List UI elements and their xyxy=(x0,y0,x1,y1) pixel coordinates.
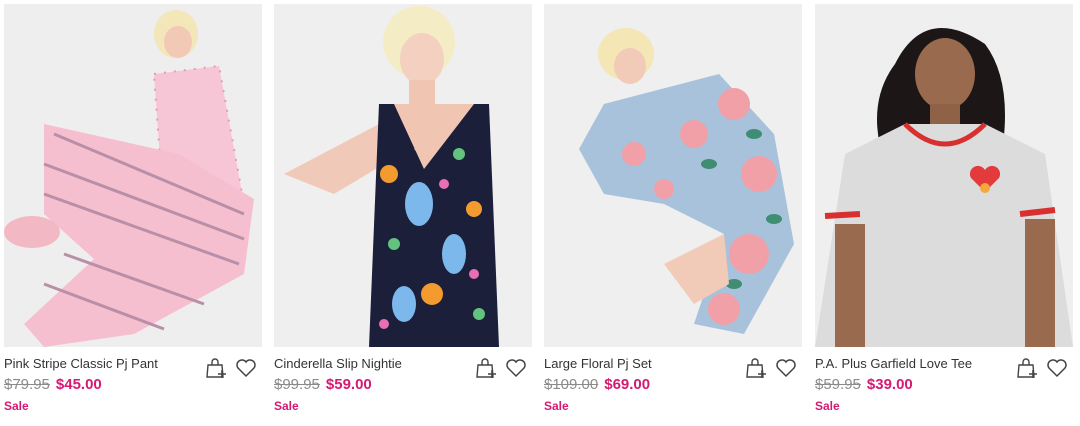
product-name[interactable]: Large Floral Pj Set xyxy=(544,356,652,371)
sale-price: $39.00 xyxy=(866,376,913,393)
heart-icon[interactable] xyxy=(1045,356,1069,380)
bag-plus-icon[interactable] xyxy=(204,356,228,380)
original-price: $109.00 xyxy=(544,376,599,393)
sale-badge: Sale xyxy=(274,399,299,413)
sale-price: $45.00 xyxy=(55,376,102,393)
product-actions xyxy=(1015,356,1069,380)
original-price: $99.95 xyxy=(274,376,320,393)
product-name[interactable]: Pink Stripe Classic Pj Pant xyxy=(4,356,158,371)
bag-plus-icon[interactable] xyxy=(1015,356,1039,380)
sale-price: $59.00 xyxy=(325,376,372,393)
product-image[interactable] xyxy=(274,4,532,347)
product-card[interactable]: Pink Stripe Classic Pj Pant $79.95 $45.00… xyxy=(4,4,262,424)
product-actions xyxy=(744,356,798,380)
product-price: $109.00 $69.00 xyxy=(544,376,650,393)
heart-icon[interactable] xyxy=(234,356,258,380)
sale-badge: Sale xyxy=(544,399,569,413)
product-price: $59.95 $39.00 xyxy=(815,376,913,393)
product-actions xyxy=(204,356,258,380)
product-price: $99.95 $59.00 xyxy=(274,376,372,393)
heart-icon[interactable] xyxy=(504,356,528,380)
product-image[interactable] xyxy=(4,4,262,347)
product-card[interactable]: Large Floral Pj Set $109.00 $69.00 Sale xyxy=(544,4,802,424)
sale-badge: Sale xyxy=(4,399,29,413)
product-image[interactable] xyxy=(544,4,802,347)
product-name[interactable]: Cinderella Slip Nightie xyxy=(274,356,402,371)
product-card[interactable]: Cinderella Slip Nightie $99.95 $59.00 Sal… xyxy=(274,4,532,424)
original-price: $59.95 xyxy=(815,376,861,393)
original-price: $79.95 xyxy=(4,376,50,393)
product-card[interactable]: P.A. Plus Garfield Love Tee $59.95 $39.00… xyxy=(815,4,1073,424)
product-price: $79.95 $45.00 xyxy=(4,376,102,393)
bag-plus-icon[interactable] xyxy=(744,356,768,380)
heart-icon[interactable] xyxy=(774,356,798,380)
product-actions xyxy=(474,356,528,380)
sale-badge: Sale xyxy=(815,399,840,413)
bag-plus-icon[interactable] xyxy=(474,356,498,380)
product-grid: Pink Stripe Classic Pj Pant $79.95 $45.00… xyxy=(0,0,1080,426)
product-image[interactable] xyxy=(815,4,1073,347)
sale-price: $69.00 xyxy=(604,376,651,393)
product-name[interactable]: P.A. Plus Garfield Love Tee xyxy=(815,356,972,371)
